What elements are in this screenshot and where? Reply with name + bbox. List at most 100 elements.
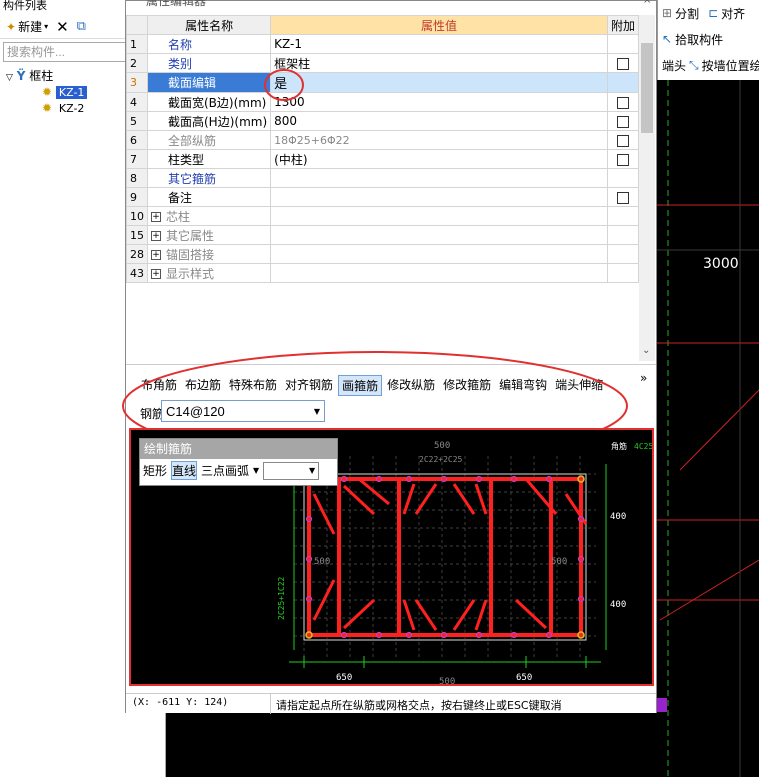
scroll-thumb[interactable] <box>641 43 653 133</box>
property-row[interactable]: 2 类别 框架柱 <box>126 53 640 73</box>
top-rebar-label: 2C22+2C25 <box>419 455 463 464</box>
stirrup-hook <box>474 599 488 631</box>
property-row[interactable]: 43 + 显示样式 <box>126 263 640 283</box>
column-header-extra: 附加 <box>606 15 640 35</box>
extra-checkbox[interactable] <box>616 191 629 204</box>
extra-cell[interactable] <box>606 111 640 131</box>
table-header: 属性名称 属性值 附加 <box>126 15 640 35</box>
property-value[interactable]: KZ-1 <box>270 34 608 54</box>
extra-cell <box>606 225 640 245</box>
extra-cell[interactable] <box>606 53 640 73</box>
property-value[interactable] <box>270 206 608 226</box>
extra-cell <box>606 168 640 188</box>
extra-checkbox[interactable] <box>616 153 629 166</box>
stirrup-hook <box>514 598 548 630</box>
property-name[interactable]: + 显示样式 <box>146 263 272 283</box>
pick-component-button[interactable]: 拾取构件 <box>675 31 723 48</box>
property-row[interactable]: 8 其它箍筋 <box>126 168 640 188</box>
row-number: 15 <box>126 225 148 245</box>
new-component-button[interactable]: ✦ 新建 ▾ <box>6 18 48 35</box>
end-button[interactable]: 端头 <box>662 57 686 74</box>
property-name[interactable]: + 锚固搭接 <box>146 244 272 264</box>
line-button[interactable]: 直线 <box>171 461 198 480</box>
extra-cell[interactable] <box>606 92 640 112</box>
extra-checkbox[interactable] <box>616 96 629 109</box>
property-name[interactable]: + 其它属性 <box>146 225 272 245</box>
dialog-scroll-up-icon[interactable]: ^ <box>643 0 651 10</box>
rect-button[interactable]: 矩形 <box>143 462 167 479</box>
extra-cell[interactable] <box>606 149 640 169</box>
stirrup-hook <box>474 483 488 515</box>
extra-cell[interactable] <box>606 130 640 150</box>
copy-icon[interactable]: ⧉ <box>77 19 86 34</box>
by-wall-button[interactable]: 按墙位置绘 <box>702 57 759 74</box>
collapse-icon[interactable]: ▽ <box>6 73 13 83</box>
property-name[interactable]: 全部纵筋 <box>146 130 272 150</box>
more-tabs-button[interactable]: » <box>640 371 647 385</box>
expand-icon[interactable]: + <box>151 269 161 279</box>
property-value[interactable] <box>270 225 608 245</box>
property-row[interactable]: 6 全部纵筋 18Φ25+6Φ22 <box>126 130 640 150</box>
property-label: 名称 <box>168 37 193 52</box>
empty-row <box>126 301 640 321</box>
property-name[interactable]: 截面宽(B边)(mm) <box>146 92 272 112</box>
property-name[interactable]: 备注 <box>146 187 272 207</box>
property-row[interactable]: 9 备注 <box>126 187 640 207</box>
property-row[interactable]: 7 柱类型 (中柱) <box>126 149 640 169</box>
property-row[interactable]: 28 + 锚固搭接 <box>126 244 640 264</box>
property-value[interactable]: 框架柱 <box>270 53 608 73</box>
extra-checkbox[interactable] <box>616 134 629 147</box>
property-row[interactable]: 4 截面宽(B边)(mm) 1300 <box>126 92 640 112</box>
extra-checkbox[interactable] <box>616 57 629 70</box>
property-name[interactable]: 类别 <box>146 53 272 73</box>
split-icon: ⊞ <box>662 6 673 20</box>
extra-cell <box>606 34 640 54</box>
property-value[interactable]: 1300 <box>270 92 608 112</box>
property-name[interactable]: 截面高(H边)(mm) <box>146 111 272 131</box>
property-value[interactable]: 18Φ25+6Φ22 <box>270 130 608 150</box>
property-row[interactable]: 10 + 芯柱 <box>126 206 640 226</box>
extra-checkbox[interactable] <box>616 115 629 128</box>
table-scrollbar[interactable]: ⌄ <box>639 15 655 361</box>
expand-icon[interactable]: + <box>151 250 161 260</box>
section-drawing-canvas[interactable]: 500 2C22+2C25 角筋 4C25 2C25+1C22 500 500 400 400 6… <box>129 428 654 686</box>
chevron-down-icon[interactable]: ▼ <box>253 466 259 475</box>
property-row[interactable]: 3 截面编辑 是 <box>126 72 640 93</box>
column-header-value: 属性值 <box>270 15 608 35</box>
property-label: 柱类型 <box>168 152 205 167</box>
property-value[interactable]: (中柱) <box>270 149 608 169</box>
align-button[interactable]: 对齐 <box>721 5 745 22</box>
property-name[interactable]: + 芯柱 <box>146 206 272 226</box>
property-label: 全部纵筋 <box>168 133 217 148</box>
delete-icon[interactable]: ✕ <box>56 18 69 36</box>
draw-stirrup-panel: 绘制箍筋 矩形 直线 三点画弧 ▼ ▼ <box>139 438 338 486</box>
expand-icon[interactable]: + <box>151 212 161 222</box>
property-row[interactable]: 15 + 其它属性 <box>126 225 640 245</box>
dropdown-arrow-icon: ▾ <box>44 22 49 31</box>
property-value[interactable] <box>270 244 608 264</box>
arc-button[interactable]: 三点画弧 <box>201 462 249 479</box>
expand-icon[interactable]: + <box>151 231 161 241</box>
extra-cell[interactable] <box>606 187 640 207</box>
stirrup-hook <box>402 599 416 631</box>
property-value[interactable] <box>270 263 608 283</box>
row-number: 10 <box>126 206 148 226</box>
property-label: 截面宽(B边)(mm) <box>168 95 267 110</box>
property-row[interactable]: 5 截面高(H边)(mm) 800 <box>126 111 640 131</box>
property-value[interactable] <box>270 168 608 188</box>
property-name[interactable]: 其它箍筋 <box>146 168 272 188</box>
property-row[interactable]: 1 名称 KZ-1 <box>126 34 640 54</box>
line-style-select[interactable]: ▼ <box>263 461 320 480</box>
property-value[interactable]: 是 <box>270 72 608 93</box>
split-button[interactable]: 分割 <box>675 5 699 22</box>
row-number: 1 <box>126 34 148 54</box>
scroll-down-icon[interactable]: ⌄ <box>642 345 650 356</box>
right-dimension-label: 500 <box>551 557 567 567</box>
extra-cell <box>606 72 640 93</box>
property-value[interactable]: 800 <box>270 111 608 131</box>
property-name[interactable]: 名称 <box>146 34 272 54</box>
status-divider <box>270 694 271 714</box>
property-name[interactable]: 柱类型 <box>146 149 272 169</box>
property-value[interactable] <box>270 187 608 207</box>
property-name[interactable]: 截面编辑 <box>146 72 272 93</box>
